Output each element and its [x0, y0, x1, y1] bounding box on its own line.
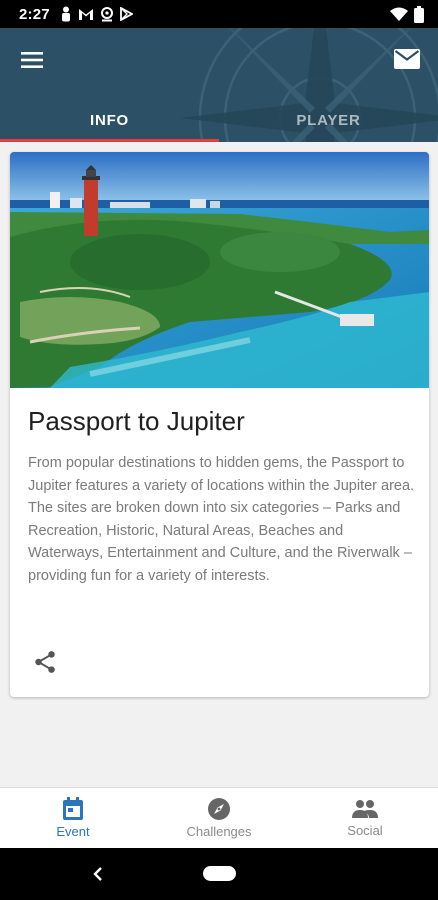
status-bar: 2:27 — [0, 0, 438, 28]
tab-player[interactable]: PLAYER — [219, 98, 438, 142]
calendar-icon — [63, 797, 83, 820]
home-pill[interactable] — [203, 866, 236, 881]
app-bar: INFO PLAYER — [0, 28, 438, 142]
hero-image — [10, 152, 429, 388]
play-store-icon — [119, 7, 133, 21]
nav-challenges[interactable]: Challenges — [146, 788, 292, 848]
battery-icon — [414, 5, 424, 23]
person-icon — [61, 6, 70, 22]
nav-social-label: Social — [347, 823, 383, 838]
nav-event[interactable]: Event — [0, 788, 146, 848]
card-title: Passport to Jupiter — [28, 406, 245, 436]
nav-event-label: Event — [56, 824, 90, 839]
tab-bar: INFO PLAYER — [0, 98, 438, 142]
status-right-icons — [390, 5, 424, 23]
bottom-nav: Event Challenges Social — [0, 787, 438, 848]
wifi-icon — [390, 7, 408, 21]
compass-icon — [208, 798, 230, 820]
status-left-icons — [60, 6, 133, 22]
nav-social[interactable]: Social — [292, 788, 438, 848]
status-time: 2:27 — [19, 5, 50, 23]
location-icon — [100, 6, 113, 21]
event-card: Passport to Jupiter From popular destina… — [10, 152, 429, 697]
people-icon — [352, 800, 378, 818]
gmail-icon — [78, 8, 93, 20]
tab-info[interactable]: INFO — [0, 98, 219, 142]
menu-icon[interactable] — [20, 48, 44, 72]
share-icon[interactable] — [32, 649, 58, 675]
card-description: From popular destinations to hidden gems… — [28, 455, 415, 584]
back-icon[interactable] — [88, 864, 108, 884]
tab-indicator — [0, 139, 219, 142]
mail-icon[interactable] — [394, 48, 420, 70]
nav-challenges-label: Challenges — [186, 824, 252, 839]
system-nav-bar — [0, 848, 438, 900]
